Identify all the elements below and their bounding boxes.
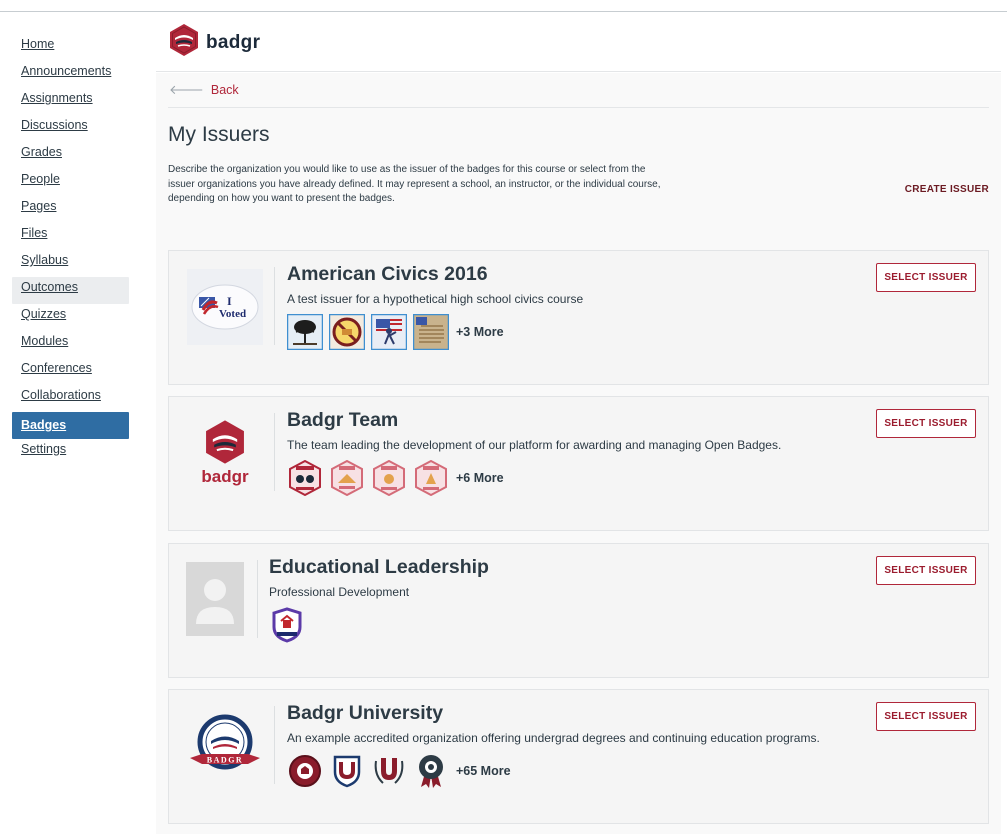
more-badges-count[interactable]: +6 More bbox=[456, 471, 504, 485]
placeholder-avatar-icon bbox=[186, 562, 244, 636]
badgr-badge-2-icon[interactable] bbox=[329, 460, 365, 496]
badge-list bbox=[269, 607, 489, 643]
badgr-badge-4-icon[interactable] bbox=[413, 460, 449, 496]
issuer-name: Educational Leadership bbox=[269, 556, 489, 578]
nav-item-announcements[interactable]: Announcements bbox=[12, 61, 129, 88]
issuer-card-american-civics: I Voted American Civics 2016 A test issu… bbox=[168, 250, 989, 385]
issuer-description: The team leading the development of our … bbox=[287, 438, 782, 452]
nav-item-conferences[interactable]: Conferences bbox=[12, 358, 129, 385]
nav-item-files[interactable]: Files bbox=[12, 223, 129, 250]
nav-item-assignments[interactable]: Assignments bbox=[12, 88, 129, 115]
card-divider bbox=[274, 413, 275, 491]
nav-item-settings[interactable]: Settings bbox=[12, 439, 129, 466]
issuer-card-badgr-team: badgr Badgr Team The team leading the de… bbox=[168, 396, 989, 531]
badgr-university-seal-icon: BADGR bbox=[186, 707, 264, 785]
badgr-team-logo-icon: badgr bbox=[186, 414, 264, 492]
card-body: American Civics 2016 A test issuer for a… bbox=[287, 263, 583, 350]
card-body: Educational Leadership Professional Deve… bbox=[269, 556, 489, 643]
nav-item-quizzes[interactable]: Quizzes bbox=[12, 304, 129, 331]
course-navigation: Home Announcements Assignments Discussio… bbox=[12, 34, 129, 466]
issuer-card-badgr-university: BADGR Badgr University An example accred… bbox=[168, 689, 989, 824]
patriot-figure-badge-icon[interactable] bbox=[371, 314, 407, 350]
badgr-badge-3-icon[interactable] bbox=[371, 460, 407, 496]
badge-list: +6 More bbox=[287, 460, 781, 496]
page-title: My Issuers bbox=[168, 123, 270, 146]
badge-list: +65 More bbox=[287, 753, 820, 789]
tree-badge-icon[interactable] bbox=[287, 314, 323, 350]
university-seal-badge-icon[interactable] bbox=[287, 753, 323, 789]
select-issuer-button[interactable]: SELECT ISSUER bbox=[876, 556, 976, 585]
badgr-app-frame: badgr 🡐 Back My Issuers Describe the org… bbox=[156, 12, 1001, 834]
nav-item-outcomes[interactable]: Outcomes bbox=[12, 277, 129, 304]
badge-list: +3 More bbox=[287, 314, 583, 350]
issuer-description: A test issuer for a hypothetical high sc… bbox=[287, 292, 584, 306]
document-badge-icon[interactable] bbox=[413, 314, 449, 350]
badgr-team-logo-text: badgr bbox=[201, 467, 249, 486]
svg-text:Voted: Voted bbox=[219, 308, 246, 320]
badgr-scout-badge-icon[interactable] bbox=[287, 460, 323, 496]
brand-name: badgr bbox=[206, 31, 261, 53]
card-body: Badgr Team The team leading the developm… bbox=[287, 409, 781, 496]
issuer-description: Professional Development bbox=[269, 585, 410, 599]
issuer-name: Badgr Team bbox=[287, 409, 399, 431]
nav-item-people[interactable]: People bbox=[12, 169, 129, 196]
university-u-wreath-badge-icon[interactable] bbox=[371, 753, 407, 789]
badgr-logo[interactable]: badgr bbox=[168, 23, 260, 62]
select-issuer-button[interactable]: SELECT ISSUER bbox=[876, 409, 976, 438]
card-divider bbox=[257, 560, 258, 638]
nav-item-discussions[interactable]: Discussions bbox=[12, 115, 129, 142]
university-u-shield-badge-icon[interactable] bbox=[329, 753, 365, 789]
card-divider bbox=[274, 706, 275, 784]
issuer-name: American Civics 2016 bbox=[287, 263, 488, 285]
select-issuer-button[interactable]: SELECT ISSUER bbox=[876, 263, 976, 292]
card-body: Badgr University An example accredited o… bbox=[287, 702, 820, 789]
nav-item-grades[interactable]: Grades bbox=[12, 142, 129, 169]
back-arrow-icon: 🡐 bbox=[169, 82, 204, 97]
select-issuer-button[interactable]: SELECT ISSUER bbox=[876, 702, 976, 731]
nav-item-badges[interactable]: Badges bbox=[12, 412, 129, 439]
issuer-card-educational-leadership: Educational Leadership Professional Deve… bbox=[168, 543, 989, 678]
i-voted-sticker-icon: I Voted bbox=[186, 268, 264, 346]
create-issuer-link[interactable]: CREATE ISSUER bbox=[905, 184, 989, 195]
university-ribbon-badge-icon[interactable] bbox=[413, 753, 449, 789]
badgr-shield-icon bbox=[168, 23, 200, 62]
no-symbol-badge-icon[interactable] bbox=[329, 314, 365, 350]
back-link[interactable]: 🡐 Back bbox=[169, 82, 239, 98]
nav-item-pages[interactable]: Pages bbox=[12, 196, 129, 223]
main-content: 🡐 Back My Issuers Describe the organizat… bbox=[156, 73, 1001, 834]
seal-banner-text: BADGR bbox=[207, 756, 243, 765]
more-badges-count[interactable]: +3 More bbox=[456, 325, 504, 339]
more-badges-count[interactable]: +65 More bbox=[456, 764, 511, 778]
back-label: Back bbox=[210, 83, 239, 97]
card-divider bbox=[274, 267, 275, 345]
nav-item-modules[interactable]: Modules bbox=[12, 331, 129, 358]
svg-text:I: I bbox=[227, 294, 232, 308]
classroom-shield-badge-icon[interactable] bbox=[269, 607, 305, 643]
issuer-description: An example accredited organization offer… bbox=[287, 731, 820, 745]
app-header: badgr bbox=[156, 12, 1001, 72]
nav-item-syllabus[interactable]: Syllabus bbox=[12, 250, 129, 277]
divider bbox=[168, 107, 989, 108]
intro-text: Describe the organization you would like… bbox=[168, 164, 661, 205]
nav-item-home[interactable]: Home bbox=[12, 34, 129, 61]
nav-item-collaborations[interactable]: Collaborations bbox=[12, 385, 129, 412]
issuer-name: Badgr University bbox=[287, 702, 444, 724]
